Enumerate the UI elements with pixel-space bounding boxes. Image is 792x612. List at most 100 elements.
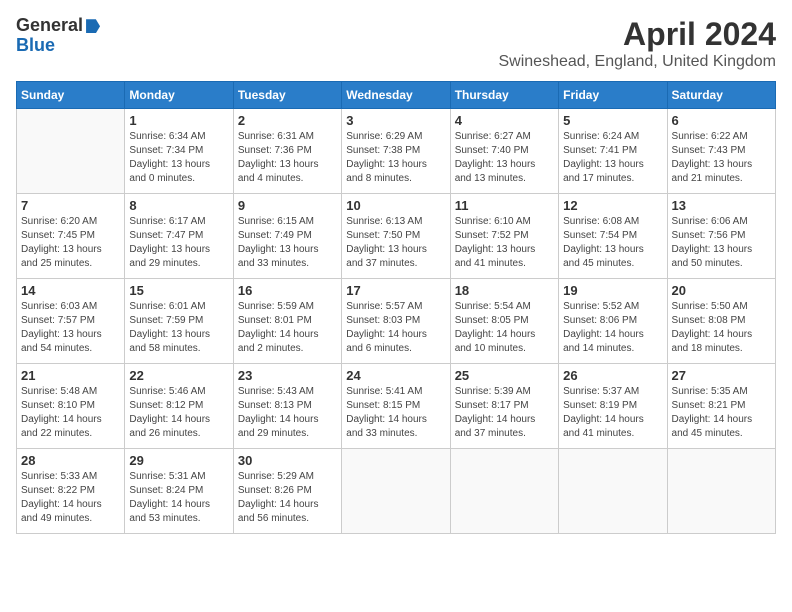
day-info-line: and 37 minutes. — [346, 257, 445, 271]
day-info: Sunrise: 5:59 AMSunset: 8:01 PMDaylight:… — [238, 300, 337, 356]
day-info-line: Daylight: 14 hours — [672, 328, 771, 342]
day-info-line: and 6 minutes. — [346, 342, 445, 356]
calendar-cell: 6Sunrise: 6:22 AMSunset: 7:43 PMDaylight… — [667, 109, 775, 194]
day-info-line: Daylight: 14 hours — [563, 413, 662, 427]
day-info-line: and 18 minutes. — [672, 342, 771, 356]
day-info-line: Daylight: 13 hours — [455, 158, 554, 172]
calendar-cell — [17, 109, 125, 194]
day-info-line: Sunrise: 5:43 AM — [238, 385, 337, 399]
day-number: 1 — [129, 113, 228, 128]
day-number: 16 — [238, 283, 337, 298]
day-number: 5 — [563, 113, 662, 128]
day-info-line: Sunrise: 6:15 AM — [238, 215, 337, 229]
day-number: 28 — [21, 453, 120, 468]
day-info-line: Sunset: 8:17 PM — [455, 399, 554, 413]
day-info-line: Sunrise: 5:50 AM — [672, 300, 771, 314]
day-info-line: and 41 minutes. — [455, 257, 554, 271]
day-info-line: Sunset: 8:19 PM — [563, 399, 662, 413]
calendar-cell: 17Sunrise: 5:57 AMSunset: 8:03 PMDayligh… — [342, 279, 450, 364]
week-row-4: 21Sunrise: 5:48 AMSunset: 8:10 PMDayligh… — [17, 364, 776, 449]
calendar-cell: 16 Sunrise: 5:59 AMSunset: 8:01 PMDayligh… — [233, 279, 341, 364]
day-number: 11 — [455, 198, 554, 213]
day-number: 20 — [672, 283, 771, 298]
day-info-line: Sunset: 7:54 PM — [563, 229, 662, 243]
day-info-line: Sunset: 8:08 PM — [672, 314, 771, 328]
logo: General Blue — [16, 16, 100, 56]
day-info-line: Sunset: 8:15 PM — [346, 399, 445, 413]
calendar-cell: 26Sunrise: 5:37 AMSunset: 8:19 PMDayligh… — [559, 364, 667, 449]
day-number: 3 — [346, 113, 445, 128]
day-info: Sunrise: 6:13 AMSunset: 7:50 PMDaylight:… — [346, 215, 445, 271]
header-saturday: Saturday — [667, 82, 775, 109]
day-info-line: Sunset: 8:12 PM — [129, 399, 228, 413]
day-info-line: and 56 minutes. — [238, 512, 337, 526]
day-info-line: Daylight: 13 hours — [238, 243, 337, 257]
calendar-cell: 27Sunrise: 5:35 AMSunset: 8:21 PMDayligh… — [667, 364, 775, 449]
day-info: Sunrise: 6:22 AMSunset: 7:43 PMDaylight:… — [672, 130, 771, 186]
day-info: Sunrise: 5:33 AMSunset: 8:22 PMDaylight:… — [21, 470, 120, 526]
day-info-line: Sunset: 8:03 PM — [346, 314, 445, 328]
calendar-cell: 12Sunrise: 6:08 AMSunset: 7:54 PMDayligh… — [559, 194, 667, 279]
day-info-line: Sunset: 7:45 PM — [21, 229, 120, 243]
day-info-line: Daylight: 13 hours — [672, 243, 771, 257]
day-info-line: Sunset: 7:57 PM — [21, 314, 120, 328]
day-info-line: and 37 minutes. — [455, 427, 554, 441]
day-info-line: Sunset: 8:06 PM — [563, 314, 662, 328]
day-info-line: Daylight: 13 hours — [21, 328, 120, 342]
day-info-line: Sunrise: 5:35 AM — [672, 385, 771, 399]
week-row-3: 14Sunrise: 6:03 AMSunset: 7:57 PMDayligh… — [17, 279, 776, 364]
day-info-line: Daylight: 14 hours — [129, 413, 228, 427]
day-info-line: Daylight: 14 hours — [21, 413, 120, 427]
day-info-line: Sunrise: 5:59 AM — [238, 300, 337, 314]
day-info: Sunrise: 6:06 AMSunset: 7:56 PMDaylight:… — [672, 215, 771, 271]
calendar-cell: 23Sunrise: 5:43 AMSunset: 8:13 PMDayligh… — [233, 364, 341, 449]
location-subtitle: Swineshead, England, United Kingdom — [498, 53, 776, 71]
day-info: Sunrise: 6:01 AMSunset: 7:59 PMDaylight:… — [129, 300, 228, 356]
day-number: 27 — [672, 368, 771, 383]
day-info-line: Sunrise: 6:01 AM — [129, 300, 228, 314]
day-info: Sunrise: 5:37 AMSunset: 8:19 PMDaylight:… — [563, 385, 662, 441]
day-info-line: Daylight: 13 hours — [129, 158, 228, 172]
page-header: General Blue April 2024 Swineshead, Engl… — [16, 16, 776, 71]
day-info-line: Daylight: 13 hours — [238, 158, 337, 172]
header-sunday: Sunday — [17, 82, 125, 109]
day-number: 29 — [129, 453, 228, 468]
calendar-cell: 7Sunrise: 6:20 AMSunset: 7:45 PMDaylight… — [17, 194, 125, 279]
day-info-line: Sunset: 7:34 PM — [129, 144, 228, 158]
day-info: Sunrise: 5:31 AMSunset: 8:24 PMDaylight:… — [129, 470, 228, 526]
calendar-cell: 29 Sunrise: 5:31 AMSunset: 8:24 PMDayligh… — [125, 449, 233, 534]
day-info-line: and 53 minutes. — [129, 512, 228, 526]
day-info: Sunrise: 6:34 AMSunset: 7:34 PMDaylight:… — [129, 130, 228, 186]
day-info-line: Sunrise: 5:37 AM — [563, 385, 662, 399]
day-info: Sunrise: 6:15 AMSunset: 7:49 PMDaylight:… — [238, 215, 337, 271]
day-info: Sunrise: 5:43 AMSunset: 8:13 PMDaylight:… — [238, 385, 337, 441]
day-info-line: Sunrise: 6:24 AM — [563, 130, 662, 144]
day-number: 13 — [672, 198, 771, 213]
day-number: 9 — [238, 198, 337, 213]
day-info-line: Sunrise: 5:57 AM — [346, 300, 445, 314]
day-info-line: Sunrise: 6:20 AM — [21, 215, 120, 229]
day-info-line: and 17 minutes. — [563, 172, 662, 186]
day-info-line: and 54 minutes. — [21, 342, 120, 356]
day-info-line: Sunset: 7:52 PM — [455, 229, 554, 243]
day-info-line: and 33 minutes. — [238, 257, 337, 271]
day-info-line: Sunrise: 5:52 AM — [563, 300, 662, 314]
day-number: 18 — [455, 283, 554, 298]
day-info-line: Sunrise: 6:31 AM — [238, 130, 337, 144]
day-info-line: Sunrise: 6:17 AM — [129, 215, 228, 229]
calendar-cell: 18Sunrise: 5:54 AMSunset: 8:05 PMDayligh… — [450, 279, 558, 364]
day-info-line: Sunrise: 6:34 AM — [129, 130, 228, 144]
week-row-5: 28 Sunrise: 5:33 AMSunset: 8:22 PMDayligh… — [17, 449, 776, 534]
day-info-line: Daylight: 14 hours — [238, 413, 337, 427]
day-number: 7 — [21, 198, 120, 213]
day-info-line: Sunset: 7:59 PM — [129, 314, 228, 328]
day-info-line: Sunset: 8:05 PM — [455, 314, 554, 328]
day-number: 17 — [346, 283, 445, 298]
day-info-line: Sunset: 8:24 PM — [129, 484, 228, 498]
day-number: 2 — [238, 113, 337, 128]
logo-icon — [86, 19, 100, 33]
day-info-line: Sunrise: 5:39 AM — [455, 385, 554, 399]
calendar-cell: 8Sunrise: 6:17 AMSunset: 7:47 PMDaylight… — [125, 194, 233, 279]
day-info-line: Daylight: 14 hours — [129, 498, 228, 512]
day-info-line: Daylight: 14 hours — [238, 328, 337, 342]
